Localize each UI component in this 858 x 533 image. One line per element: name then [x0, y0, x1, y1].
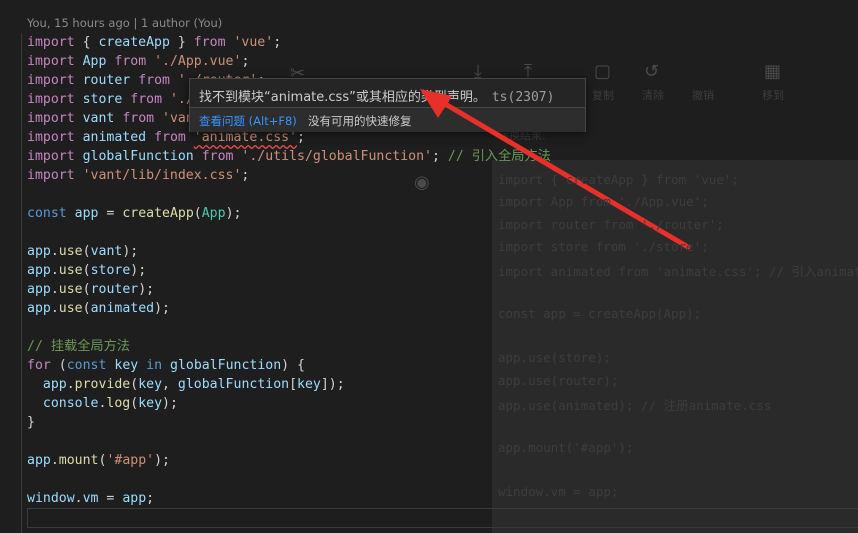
- ghost-code-line: app.use(store);: [498, 350, 611, 366]
- ghost-code-line: app.mount('#app');: [498, 439, 634, 455]
- ghost-code-line: import App from './App.vue';: [498, 194, 709, 210]
- ghost-code-line: import animated from 'animate.css'; // 引…: [498, 264, 858, 280]
- ghost-code-line: const app = createApp(App);: [498, 305, 702, 321]
- ghost-code-line: window.vm = app;: [498, 484, 619, 500]
- ghost-code-line: import { createApp } from 'vue';: [498, 172, 739, 187]
- ghost-code-line: app.use(animated); // 注册animate.css: [498, 398, 772, 413]
- ghost-code-line: app.use(router);: [498, 372, 619, 388]
- arrow-head: [420, 89, 452, 118]
- ghost-code-line: import store from './store';: [498, 238, 709, 254]
- ghost-code-line: import router from './router';: [498, 216, 724, 232]
